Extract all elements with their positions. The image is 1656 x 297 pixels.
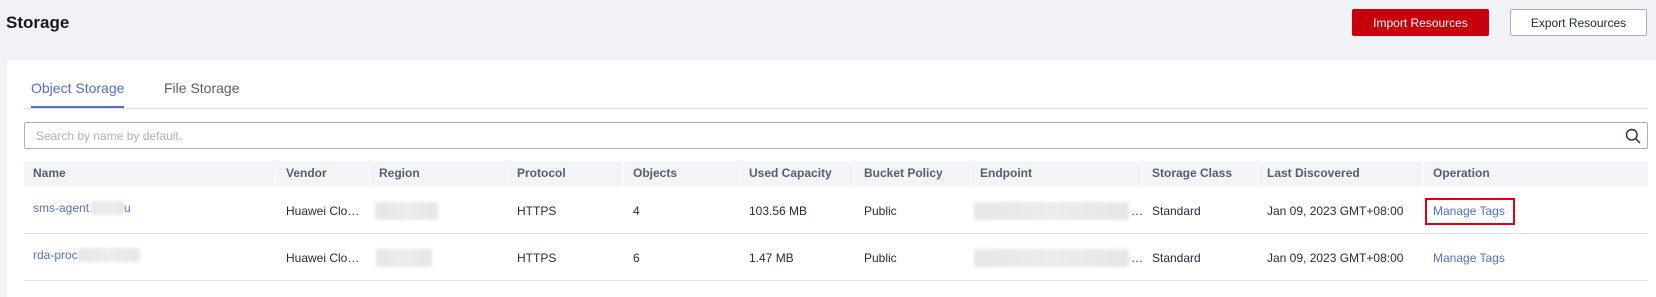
- search-icon[interactable]: [1625, 128, 1641, 144]
- column-header-name[interactable]: Name: [24, 161, 277, 187]
- redacted-text: [77, 248, 140, 262]
- redacted-endpoint: [974, 201, 1129, 220]
- column-header-protocol[interactable]: Protocol: [508, 161, 624, 187]
- last-discovered-cell: Jan 09, 2023 GMT+08:00: [1267, 203, 1404, 218]
- endpoint-ellipsis: …: [1131, 250, 1143, 265]
- search-input[interactable]: [25, 123, 1615, 148]
- column-header-last-discovered[interactable]: Last Discovered: [1258, 161, 1424, 187]
- bucket-name-cell: sms-agent u: [24, 187, 277, 234]
- table-header: Name Vendor Region Protocol Objects Used…: [24, 161, 1648, 187]
- region-cell: [370, 234, 508, 281]
- page-header: Storage Import Resources Export Resource…: [0, 0, 1656, 60]
- table-row: rda-proc Huawei Clo… HTTPS 6 1.47 MB Pub…: [24, 234, 1648, 281]
- column-header-vendor[interactable]: Vendor: [277, 161, 370, 187]
- endpoint-ellipsis: …: [1131, 203, 1143, 218]
- objects-cell: 4: [633, 203, 640, 218]
- bucket-policy-cell: Public: [864, 250, 897, 265]
- bucket-name-cell: rda-proc: [24, 234, 277, 281]
- last-discovered-cell: Jan 09, 2023 GMT+08:00: [1267, 250, 1404, 265]
- endpoint-cell: …: [971, 187, 1143, 234]
- objects-cell: 6: [633, 250, 640, 265]
- protocol-cell: HTTPS: [517, 203, 557, 218]
- import-resources-button[interactable]: Import Resources: [1352, 9, 1489, 36]
- export-resources-button[interactable]: Export Resources: [1510, 9, 1647, 36]
- column-header-objects[interactable]: Objects: [624, 161, 740, 187]
- storage-class-cell: Standard: [1152, 250, 1201, 265]
- bucket-name-link[interactable]: rda-proc: [33, 248, 78, 262]
- column-header-storage-class[interactable]: Storage Class: [1143, 161, 1258, 187]
- column-header-bucket-policy[interactable]: Bucket Policy: [855, 161, 971, 187]
- column-header-operation: Operation: [1433, 166, 1490, 180]
- column-header-region[interactable]: Region: [370, 161, 508, 187]
- table-row: sms-agent u Huawei Clo… HTTPS 4 103.56 M…: [24, 187, 1648, 234]
- tab-file-storage[interactable]: File Storage: [164, 80, 239, 96]
- redacted-endpoint: [974, 248, 1129, 267]
- redacted-text: [91, 201, 125, 215]
- operation-cell: Manage Tags: [1424, 234, 1648, 281]
- storage-tabs: Object Storage File Storage: [24, 60, 1648, 109]
- operation-cell: Manage Tags: [1424, 187, 1648, 234]
- redacted-region: [376, 248, 432, 267]
- used-capacity-cell: 103.56 MB: [749, 203, 808, 218]
- bucket-policy-cell: Public: [864, 203, 897, 218]
- endpoint-cell: …: [971, 234, 1143, 281]
- region-cell: [370, 187, 508, 234]
- active-tab-indicator: [31, 106, 124, 108]
- column-header-used-capacity[interactable]: Used Capacity: [740, 161, 855, 187]
- tab-object-storage[interactable]: Object Storage: [31, 80, 124, 96]
- used-capacity-cell: 1.47 MB: [749, 250, 794, 265]
- content-panel: Object Storage File Storage Name Vendor …: [7, 60, 1656, 297]
- bucket-name-link[interactable]: sms-agent: [33, 201, 89, 215]
- manage-tags-link[interactable]: Manage Tags: [1433, 204, 1505, 218]
- vendor-cell: Huawei Clo…: [286, 250, 360, 265]
- page-title: Storage: [6, 13, 70, 32]
- redacted-region: [375, 201, 438, 220]
- search-box: [24, 122, 1648, 149]
- manage-tags-link[interactable]: Manage Tags: [1433, 251, 1505, 265]
- vendor-cell: Huawei Clo…: [286, 203, 360, 218]
- column-header-endpoint[interactable]: Endpoint: [971, 161, 1143, 187]
- protocol-cell: HTTPS: [517, 250, 557, 265]
- bucket-name-suffix[interactable]: u: [124, 201, 131, 215]
- storage-class-cell: Standard: [1152, 203, 1201, 218]
